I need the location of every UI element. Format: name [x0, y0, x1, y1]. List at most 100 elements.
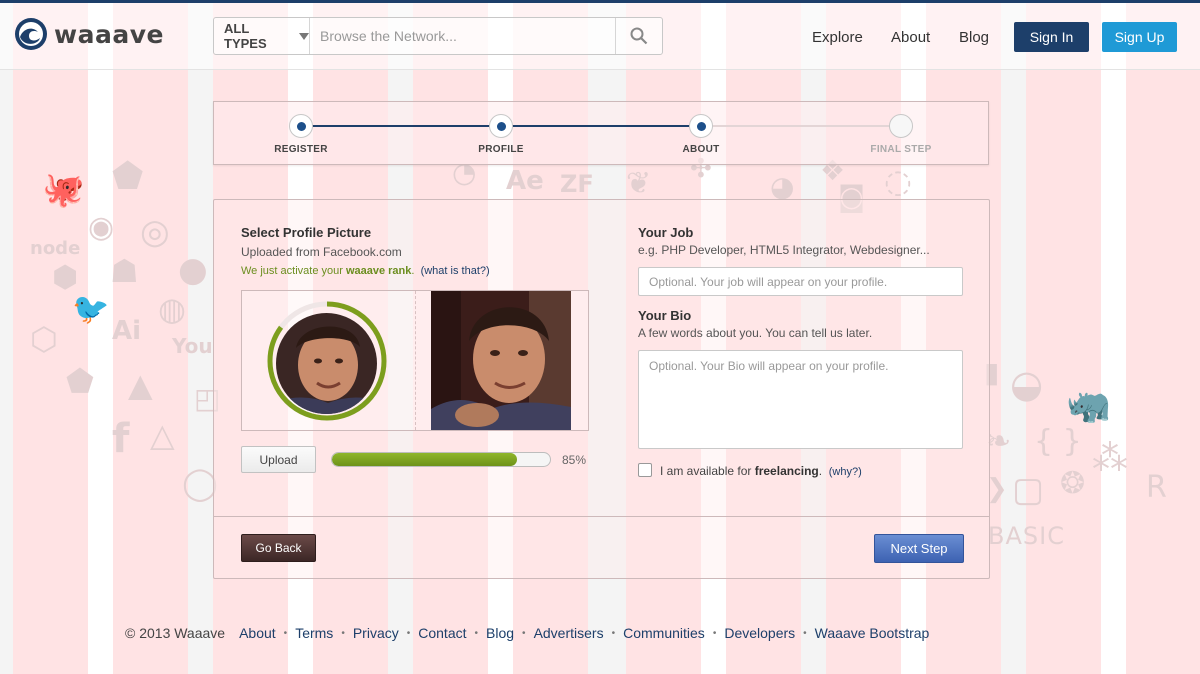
job-input[interactable] — [638, 267, 963, 296]
r-icon: R — [1146, 470, 1167, 505]
illustrator-icon: Ai — [112, 316, 142, 346]
youtube-icon: You — [172, 334, 213, 358]
photo-preview-box — [241, 290, 589, 431]
apple-icon: ● — [178, 250, 208, 290]
footer: © 2013 Waaave About • Terms • Privacy • … — [125, 625, 929, 641]
nav-blog[interactable]: Blog — [959, 29, 989, 46]
job-title: Your Job — [638, 225, 694, 240]
step-about-label: ABOUT — [682, 144, 720, 155]
bio-hint: A few words about you. You can tell us l… — [638, 326, 873, 340]
freelancing-text: I am available for — [660, 464, 755, 478]
freelancing-bold: freelancing — [754, 464, 819, 478]
search-input[interactable] — [310, 18, 615, 54]
braces-icon: { } — [1034, 424, 1082, 459]
upload-progress-fill — [332, 453, 518, 466]
waaave-logo-icon — [15, 18, 47, 50]
rank-notice-text: We just activate your — [241, 265, 346, 277]
about-form-panel: Select Profile Picture Uploaded from Fac… — [213, 199, 990, 579]
footer-separator: • — [522, 627, 526, 639]
footer-link-contact[interactable]: Contact — [418, 625, 466, 641]
type-select[interactable]: ALL TYPES — [214, 18, 310, 54]
step-profile-dot[interactable] — [489, 114, 513, 138]
footer-separator: • — [406, 627, 411, 639]
what-is-rank-link[interactable]: (what is that?) — [421, 265, 490, 277]
type-select-label: ALL TYPES — [224, 21, 267, 51]
step-profile-label: PROFILE — [478, 144, 524, 155]
step-active-marker — [496, 121, 506, 131]
logo-text: waaave — [54, 19, 164, 49]
avatar[interactable] — [276, 313, 377, 414]
logo[interactable]: waaave — [14, 17, 164, 51]
bio-title: Your Bio — [638, 308, 692, 323]
cake-icon: ◒ — [1010, 362, 1044, 406]
caret-down-icon — [299, 32, 309, 40]
zend-icon: ZF — [560, 170, 594, 198]
nodejs-hex-icon: ⬢ — [52, 260, 79, 295]
header: waaave ALL TYPES Explore About Blog Sign… — [0, 3, 1200, 70]
git-branch-icon: ⁂ — [1092, 438, 1128, 479]
nav-explore[interactable]: Explore — [812, 29, 863, 46]
css3-icon: ⬟ — [66, 362, 94, 400]
facebook-icon: f — [112, 416, 130, 462]
upload-progress-bar — [331, 452, 551, 467]
leaf-icon: ❦ — [626, 166, 652, 201]
step-active-marker — [696, 121, 706, 131]
google-drive-icon: △ — [150, 416, 175, 454]
avatar-rank-ring — [266, 300, 388, 422]
footer-link-privacy[interactable]: Privacy — [353, 625, 399, 641]
symfony-icon: ◉ — [88, 210, 115, 245]
drupal-icon: ◌ — [884, 162, 912, 200]
html5-icon: ⬟ — [112, 156, 144, 197]
cloud-icon: ▢ — [1012, 470, 1045, 510]
freelancing-checkbox[interactable] — [638, 463, 652, 477]
android-icon: ☗ — [110, 252, 139, 290]
footer-separator: • — [341, 627, 345, 639]
sign-up-button[interactable]: Sign Up — [1102, 22, 1177, 52]
source-photo — [431, 291, 571, 430]
go-back-button[interactable]: Go Back — [241, 534, 316, 562]
crop-source-photo[interactable] — [431, 291, 571, 430]
github-icon: 🐙 — [42, 170, 85, 210]
profile-picture-title: Select Profile Picture — [241, 225, 372, 240]
footer-link-waaave-bootstrap[interactable]: Waaave Bootstrap — [815, 625, 930, 641]
step-final-dot[interactable] — [889, 114, 913, 138]
rank-notice-end: . — [411, 265, 415, 277]
step-register-dot[interactable] — [289, 114, 313, 138]
step-about-dot[interactable] — [689, 114, 713, 138]
after-effects-icon: Ae — [506, 166, 544, 196]
footer-link-about[interactable]: About — [239, 625, 276, 641]
footer-link-communities[interactable]: Communities — [623, 625, 705, 641]
avatar-photo — [276, 313, 377, 414]
step-final-label: FINAL STEP — [870, 144, 932, 155]
swirl-icon: ❂ — [1060, 466, 1086, 501]
rank-notice: We just activate your waaave rank. (what… — [241, 265, 490, 277]
footer-separator: • — [803, 627, 807, 639]
footer-separator: • — [474, 627, 479, 639]
job-hint: e.g. PHP Developer, HTML5 Integrator, We… — [638, 243, 930, 257]
footer-link-blog[interactable]: Blog — [486, 625, 514, 641]
sign-in-button[interactable]: Sign In — [1014, 22, 1089, 52]
footer-separator: • — [283, 627, 288, 639]
search-icon — [630, 27, 647, 45]
step-register-label: REGISTER — [274, 144, 328, 155]
why-freelancing-link[interactable]: (why?) — [829, 466, 862, 478]
footer-link-terms[interactable]: Terms — [295, 625, 333, 641]
footer-link-advertisers[interactable]: Advertisers — [534, 625, 604, 641]
search-button[interactable] — [615, 18, 661, 54]
rank-notice-bold: waaave rank — [345, 265, 412, 277]
bio-textarea[interactable] — [638, 350, 963, 449]
freelancing-label: I am available for freelancing. (why?) — [660, 464, 862, 478]
rhino-icon: 🦏 — [1066, 385, 1111, 426]
profile-picture-source: Uploaded from Facebook.com — [241, 245, 402, 259]
basic-icon: BASIC — [988, 522, 1065, 550]
footer-separator: • — [712, 627, 717, 639]
upload-button[interactable]: Upload — [241, 446, 316, 473]
ubuntu-icon: ◍ — [158, 290, 186, 328]
registration-steps: REGISTER PROFILE ABOUT FINAL STEP — [213, 101, 989, 165]
photo-divider — [415, 291, 416, 430]
footer-link-developers[interactable]: Developers — [724, 625, 795, 641]
search-bar: ALL TYPES — [213, 17, 663, 55]
next-step-button[interactable]: Next Step — [874, 534, 964, 563]
freelancing-end: . — [818, 464, 823, 478]
nav-about[interactable]: About — [891, 29, 930, 46]
